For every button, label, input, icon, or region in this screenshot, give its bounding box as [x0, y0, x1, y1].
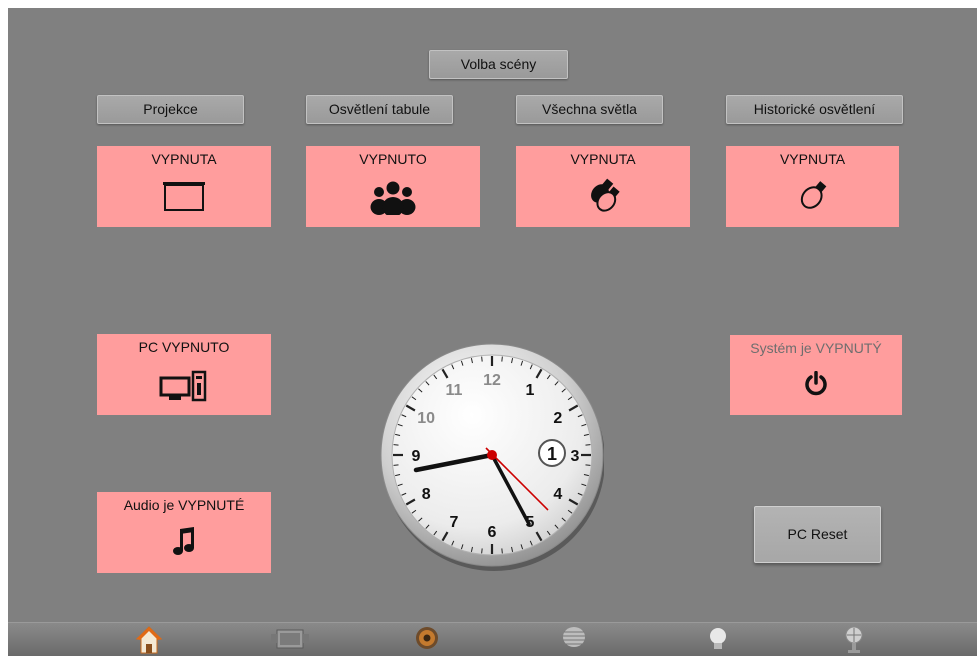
analog-clock: 121245678910113 1	[380, 343, 604, 571]
all-lights-status: VYPNUTA	[570, 151, 636, 167]
clock-number: 12	[483, 372, 501, 389]
clock-number: 4	[553, 486, 562, 503]
clock-number: 6	[488, 524, 497, 541]
projector-screen-icon	[163, 182, 205, 211]
system-tile[interactable]: Systém je VYPNUTÝ	[730, 335, 902, 415]
clock-number: 9	[412, 448, 421, 465]
clock-number: 3	[571, 448, 580, 465]
audience-icon	[370, 181, 416, 215]
audio-icon[interactable]	[413, 625, 441, 655]
clock-tick	[501, 356, 503, 362]
historic-lighting-status: VYPNUTA	[779, 151, 846, 167]
clock-number: 11	[446, 382, 463, 399]
blinds-icon[interactable]	[560, 625, 588, 655]
clock-number: 10	[417, 410, 435, 427]
pc-status: PC VYPNUTO	[138, 339, 230, 355]
board-lighting-status: VYPNUTO	[359, 151, 427, 167]
pc-tile[interactable]: PC VYPNUTO	[97, 334, 271, 415]
clock-center	[487, 450, 497, 460]
clock-number: 8	[422, 486, 431, 503]
projection-tile[interactable]: VYPNUTA	[97, 146, 271, 227]
clock-tick	[393, 444, 399, 446]
scene-selection-button[interactable]: Volba scény	[429, 50, 568, 79]
all-lights-tile[interactable]: VYPNUTA	[516, 146, 690, 227]
pc-reset-button[interactable]: PC Reset	[754, 506, 881, 563]
bulb-icon[interactable]	[704, 625, 732, 655]
clock-tick	[585, 444, 591, 446]
audio-status: Audio je VYPNUTÉ	[123, 497, 245, 513]
home-icon[interactable]	[135, 625, 163, 655]
clock-tick	[481, 356, 483, 362]
clock-number: 1	[526, 382, 535, 399]
projector-icon[interactable]	[270, 625, 310, 655]
power-icon	[805, 371, 827, 396]
music-note-icon	[173, 527, 194, 555]
historic-lighting-tile[interactable]: VYPNUTA	[726, 146, 899, 227]
clock-number: 2	[553, 410, 562, 427]
computer-icon	[159, 370, 207, 402]
clock-tick	[585, 464, 591, 466]
projection-status: VYPNUTA	[151, 151, 217, 167]
fan-icon[interactable]	[840, 625, 868, 655]
date-badge-number: 1	[547, 444, 557, 464]
bottom-dock	[8, 622, 977, 656]
header-board-lighting[interactable]: Osvětlení tabule	[306, 95, 453, 124]
audio-tile[interactable]: Audio je VYPNUTÉ	[97, 492, 271, 573]
clock-tick	[393, 464, 399, 466]
clock-tick	[481, 548, 483, 554]
system-status: Systém je VYPNUTÝ	[750, 340, 882, 356]
bulb-icon	[800, 181, 826, 209]
header-all-lights[interactable]: Všechna světla	[516, 95, 663, 124]
clock-number: 7	[450, 514, 459, 531]
bulbs-icon	[591, 178, 620, 212]
header-projection[interactable]: Projekce	[97, 95, 244, 124]
clock-tick	[501, 548, 503, 554]
date-badge: 1	[538, 439, 566, 467]
header-historic-lighting[interactable]: Historické osvětlení	[726, 95, 903, 124]
board-lighting-tile[interactable]: VYPNUTO	[306, 146, 480, 227]
